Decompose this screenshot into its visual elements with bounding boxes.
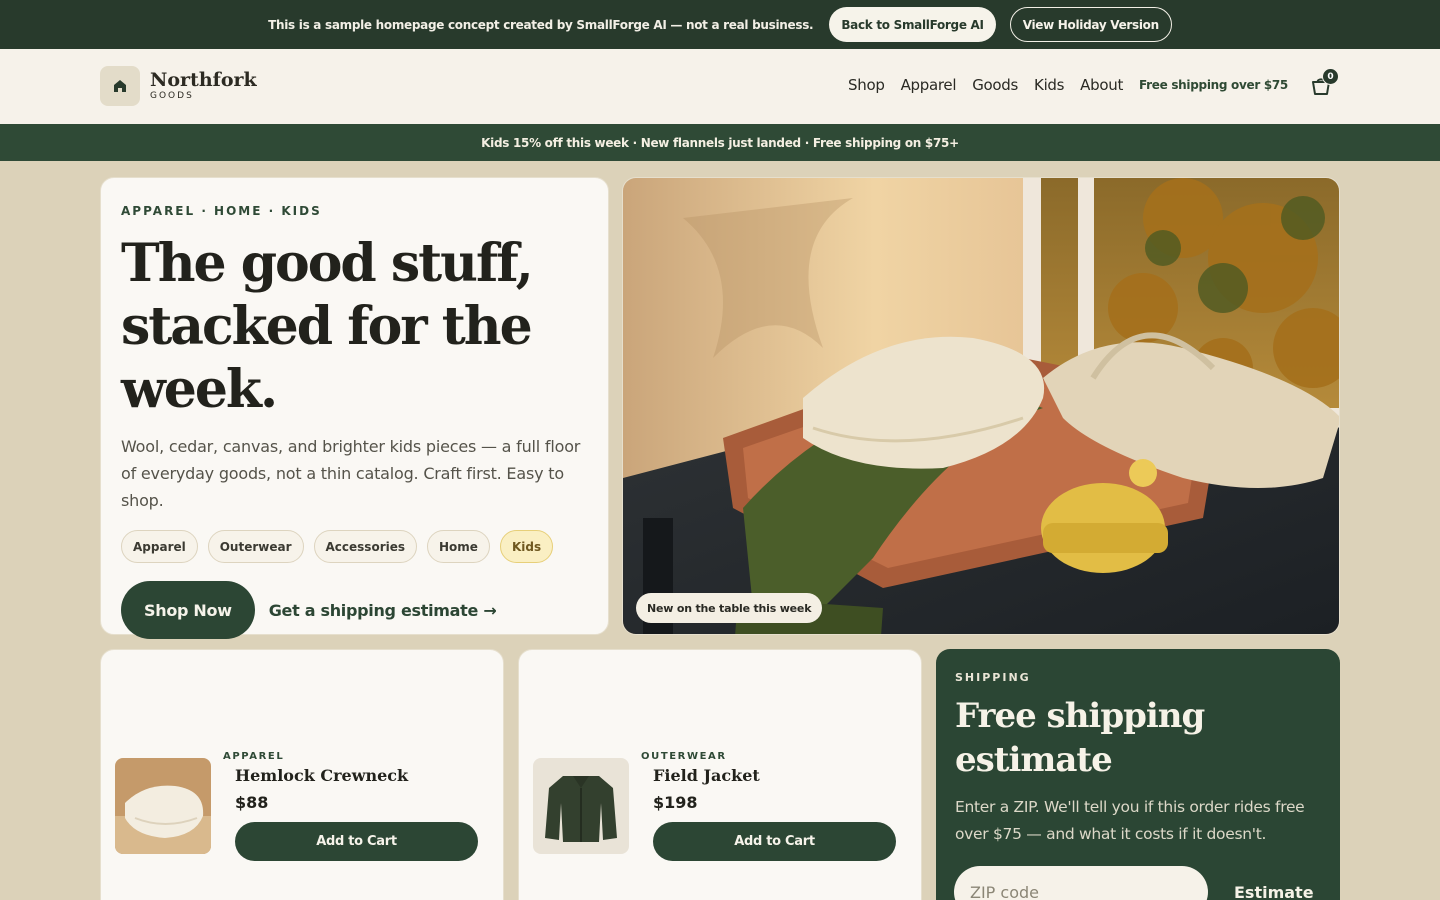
product-name[interactable]: Field Jacket bbox=[653, 766, 896, 785]
brand-sub: GOODS bbox=[150, 91, 194, 101]
product-info: OUTERWEAR Field Jacket $198 Add to Cart bbox=[641, 751, 896, 861]
shipping-estimate-card: SHIPPING Free shipping estimate Enter a … bbox=[936, 649, 1340, 900]
brand-logo[interactable]: Northfork GOODS bbox=[100, 66, 257, 106]
main-nav: Shop Apparel Goods Kids About Free shipp… bbox=[848, 76, 1288, 94]
notice-text: This is a sample homepage concept create… bbox=[268, 17, 814, 32]
product-category: OUTERWEAR bbox=[641, 751, 727, 762]
shipping-description: Enter a ZIP. We'll tell you if this orde… bbox=[955, 798, 1305, 843]
nav-kids[interactable]: Kids bbox=[1034, 76, 1064, 94]
product-card: OUTERWEAR Field Jacket $198 Add to Cart bbox=[518, 649, 922, 900]
image-badge: New on the table this week bbox=[636, 593, 823, 623]
chip-outerwear[interactable]: Outerwear bbox=[207, 530, 304, 563]
product-thumbnail[interactable] bbox=[533, 758, 629, 854]
product-price: $88 bbox=[235, 793, 269, 812]
hero-photo bbox=[623, 178, 1339, 634]
back-to-smallforge-button[interactable]: Back to SmallForge AI bbox=[829, 7, 996, 42]
brand-name: Northfork bbox=[150, 69, 257, 91]
cart-button[interactable]: 0 bbox=[1310, 68, 1340, 99]
hero-title: The good stuff, stacked for the week. bbox=[121, 232, 588, 421]
category-chips: Apparel Outerwear Accessories Home Kids bbox=[121, 530, 588, 563]
jacket-thumb bbox=[533, 758, 629, 854]
shipping-eyebrow: SHIPPING bbox=[955, 671, 1031, 684]
hero-cta-row: Shop Now Get a shipping estimate → bbox=[121, 581, 588, 639]
estimate-button[interactable]: Estimate bbox=[1234, 883, 1314, 900]
add-to-cart-button[interactable]: Add to Cart bbox=[653, 822, 896, 861]
shipping-title-line: estimate bbox=[955, 740, 1113, 780]
promo-text: Kids 15% off this week · New flannels ju… bbox=[481, 135, 959, 150]
zip-code-input[interactable] bbox=[954, 866, 1208, 900]
cart-count-badge: 0 bbox=[1322, 68, 1339, 85]
chip-home[interactable]: Home bbox=[427, 530, 490, 563]
product-info: APPAREL Hemlock Crewneck $88 Add to Cart bbox=[223, 751, 478, 861]
hero-description: Wool, cedar, canvas, and brighter kids p… bbox=[121, 437, 581, 510]
hero-image: New on the table this week bbox=[622, 177, 1340, 635]
shop-now-button[interactable]: Shop Now bbox=[121, 581, 255, 639]
chip-kids[interactable]: Kids bbox=[499, 530, 554, 563]
shipping-title-line: Free shipping bbox=[955, 696, 1205, 736]
product-category: APPAREL bbox=[223, 751, 285, 762]
nav-goods[interactable]: Goods bbox=[972, 76, 1018, 94]
chip-apparel[interactable]: Apparel bbox=[121, 530, 198, 563]
chip-accessories[interactable]: Accessories bbox=[313, 530, 418, 563]
nav-apparel[interactable]: Apparel bbox=[901, 76, 957, 94]
add-to-cart-button[interactable]: Add to Cart bbox=[235, 822, 478, 861]
promo-strip: Kids 15% off this week · New flannels ju… bbox=[0, 124, 1440, 161]
home-icon bbox=[100, 66, 140, 106]
free-shipping-note: Free shipping over $75 bbox=[1139, 78, 1288, 92]
product-price: $198 bbox=[653, 793, 698, 812]
view-holiday-version-button[interactable]: View Holiday Version bbox=[1009, 7, 1172, 42]
nav-about[interactable]: About bbox=[1080, 76, 1123, 94]
hero-eyebrow: APPAREL · HOME · KIDS bbox=[121, 204, 322, 218]
product-card: APPAREL Hemlock Crewneck $88 Add to Cart bbox=[100, 649, 504, 900]
hero-title-line: The good stuff, bbox=[121, 233, 534, 294]
product-name[interactable]: Hemlock Crewneck bbox=[235, 766, 478, 785]
nav-shop[interactable]: Shop bbox=[848, 76, 885, 94]
shipping-estimate-link[interactable]: Get a shipping estimate → bbox=[269, 601, 497, 620]
site-header: Northfork GOODS Shop Apparel Goods Kids … bbox=[0, 49, 1440, 124]
product-thumbnail[interactable] bbox=[115, 758, 211, 854]
hero-title-line: stacked for the bbox=[121, 296, 533, 357]
sample-notice-bar: This is a sample homepage concept create… bbox=[0, 0, 1440, 49]
hero-title-line: week. bbox=[121, 359, 278, 420]
crewneck-thumb bbox=[115, 758, 211, 854]
hero-card: APPAREL · HOME · KIDS The good stuff, st… bbox=[100, 177, 609, 639]
shipping-title: Free shipping estimate bbox=[955, 694, 1321, 782]
zip-form: Estimate bbox=[954, 866, 1324, 900]
